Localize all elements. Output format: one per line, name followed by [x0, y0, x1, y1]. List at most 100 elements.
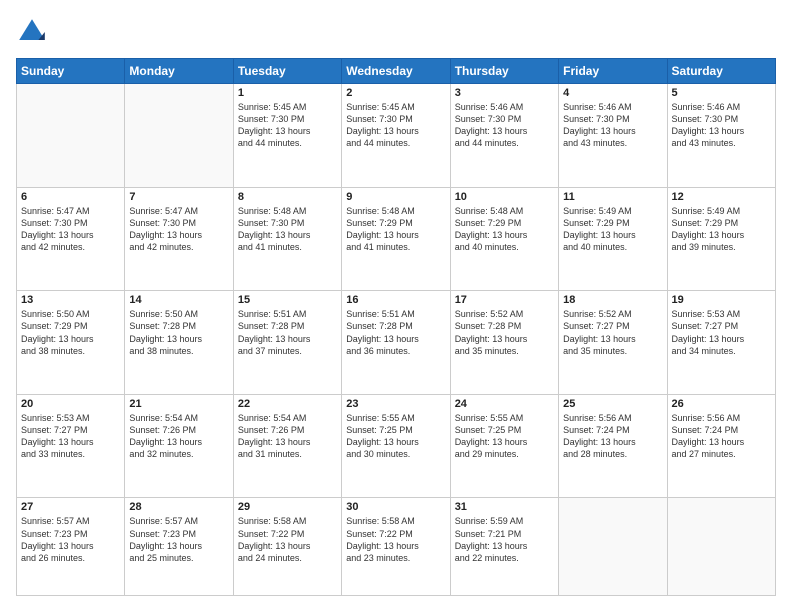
day-header-saturday: Saturday [667, 59, 775, 84]
day-info: Sunrise: 5:46 AM Sunset: 7:30 PM Dayligh… [672, 101, 771, 150]
calendar-cell: 15 Sunrise: 5:51 AM Sunset: 7:28 PM Dayli… [233, 291, 341, 395]
day-header-monday: Monday [125, 59, 233, 84]
day-info: Sunrise: 5:52 AM Sunset: 7:27 PM Dayligh… [563, 308, 662, 357]
day-number: 11 [563, 191, 662, 203]
day-info: Sunrise: 5:47 AM Sunset: 7:30 PM Dayligh… [21, 205, 120, 254]
calendar-cell: 22 Sunrise: 5:54 AM Sunset: 7:26 PM Dayli… [233, 394, 341, 498]
day-number: 6 [21, 191, 120, 203]
day-number: 23 [346, 398, 445, 410]
logo-icon [16, 16, 48, 48]
calendar-cell: 12Sunrise: 5:49 AM Sunset: 7:29 PM Dayli… [667, 187, 775, 291]
day-number: 25 [563, 398, 662, 410]
calendar-table: SundayMondayTuesdayWednesdayThursdayFrid… [16, 58, 776, 596]
calendar-cell: 8 Sunrise: 5:48 AM Sunset: 7:30 PM Daylig… [233, 187, 341, 291]
calendar-cell [17, 84, 125, 188]
calendar-cell: 27 Sunrise: 5:57 AM Sunset: 7:23 PM Dayli… [17, 498, 125, 596]
calendar-week-3: 13 Sunrise: 5:50 AM Sunset: 7:29 PM Dayli… [17, 291, 776, 395]
day-number: 8 [238, 191, 337, 203]
calendar-cell: 14Sunrise: 5:50 AM Sunset: 7:28 PM Dayli… [125, 291, 233, 395]
day-number: 31 [455, 501, 554, 513]
calendar-cell: 23 Sunrise: 5:55 AM Sunset: 7:25 PM Dayli… [342, 394, 450, 498]
calendar-cell: 2 Sunrise: 5:45 AM Sunset: 7:30 PM Daylig… [342, 84, 450, 188]
calendar-cell: 13 Sunrise: 5:50 AM Sunset: 7:29 PM Dayli… [17, 291, 125, 395]
day-info: Sunrise: 5:54 AM Sunset: 7:26 PM Dayligh… [129, 412, 228, 461]
calendar-cell: 18 Sunrise: 5:52 AM Sunset: 7:27 PM Dayli… [559, 291, 667, 395]
calendar-cell: 24 Sunrise: 5:55 AM Sunset: 7:25 PM Dayli… [450, 394, 558, 498]
day-info: Sunrise: 5:45 AM Sunset: 7:30 PM Dayligh… [238, 101, 337, 150]
day-number: 2 [346, 87, 445, 99]
calendar-cell: 17Sunrise: 5:52 AM Sunset: 7:28 PM Dayli… [450, 291, 558, 395]
calendar-cell: 7Sunrise: 5:47 AM Sunset: 7:30 PM Daylig… [125, 187, 233, 291]
day-number: 30 [346, 501, 445, 513]
calendar-cell [125, 84, 233, 188]
day-number: 22 [238, 398, 337, 410]
calendar-cell: 3 Sunrise: 5:46 AM Sunset: 7:30 PM Daylig… [450, 84, 558, 188]
calendar-cell: 25 Sunrise: 5:56 AM Sunset: 7:24 PM Dayli… [559, 394, 667, 498]
day-number: 13 [21, 294, 120, 306]
day-info: Sunrise: 5:45 AM Sunset: 7:30 PM Dayligh… [346, 101, 445, 150]
calendar-cell: 5 Sunrise: 5:46 AM Sunset: 7:30 PM Daylig… [667, 84, 775, 188]
calendar-week-4: 20 Sunrise: 5:53 AM Sunset: 7:27 PM Dayli… [17, 394, 776, 498]
day-info: Sunrise: 5:50 AM Sunset: 7:28 PM Dayligh… [129, 308, 228, 357]
calendar-cell: 20 Sunrise: 5:53 AM Sunset: 7:27 PM Dayli… [17, 394, 125, 498]
logo [16, 16, 52, 48]
calendar-cell: 30 Sunrise: 5:58 AM Sunset: 7:22 PM Dayli… [342, 498, 450, 596]
day-number: 7 [129, 191, 228, 203]
calendar-cell: 11 Sunrise: 5:49 AM Sunset: 7:29 PM Dayli… [559, 187, 667, 291]
day-number: 28 [129, 501, 228, 513]
day-number: 4 [563, 87, 662, 99]
day-number: 16 [346, 294, 445, 306]
day-header-friday: Friday [559, 59, 667, 84]
calendar-cell: 6 Sunrise: 5:47 AM Sunset: 7:30 PM Daylig… [17, 187, 125, 291]
day-info: Sunrise: 5:58 AM Sunset: 7:22 PM Dayligh… [346, 515, 445, 564]
day-header-thursday: Thursday [450, 59, 558, 84]
day-info: Sunrise: 5:55 AM Sunset: 7:25 PM Dayligh… [455, 412, 554, 461]
day-info: Sunrise: 5:48 AM Sunset: 7:29 PM Dayligh… [346, 205, 445, 254]
day-info: Sunrise: 5:57 AM Sunset: 7:23 PM Dayligh… [129, 515, 228, 564]
day-number: 27 [21, 501, 120, 513]
calendar-cell: 21 Sunrise: 5:54 AM Sunset: 7:26 PM Dayli… [125, 394, 233, 498]
day-info: Sunrise: 5:57 AM Sunset: 7:23 PM Dayligh… [21, 515, 120, 564]
day-info: Sunrise: 5:54 AM Sunset: 7:26 PM Dayligh… [238, 412, 337, 461]
calendar-week-2: 6 Sunrise: 5:47 AM Sunset: 7:30 PM Daylig… [17, 187, 776, 291]
calendar-cell: 28 Sunrise: 5:57 AM Sunset: 7:23 PM Dayli… [125, 498, 233, 596]
day-number: 1 [238, 87, 337, 99]
calendar-cell: 19Sunrise: 5:53 AM Sunset: 7:27 PM Dayli… [667, 291, 775, 395]
day-number: 5 [672, 87, 771, 99]
calendar-week-1: 1 Sunrise: 5:45 AM Sunset: 7:30 PM Daylig… [17, 84, 776, 188]
calendar-cell: 16 Sunrise: 5:51 AM Sunset: 7:28 PM Dayli… [342, 291, 450, 395]
day-number: 24 [455, 398, 554, 410]
day-info: Sunrise: 5:49 AM Sunset: 7:29 PM Dayligh… [672, 205, 771, 254]
day-number: 18 [563, 294, 662, 306]
calendar-cell: 31Sunrise: 5:59 AM Sunset: 7:21 PM Dayli… [450, 498, 558, 596]
day-number: 9 [346, 191, 445, 203]
calendar-cell: 26Sunrise: 5:56 AM Sunset: 7:24 PM Dayli… [667, 394, 775, 498]
day-info: Sunrise: 5:46 AM Sunset: 7:30 PM Dayligh… [563, 101, 662, 150]
day-info: Sunrise: 5:55 AM Sunset: 7:25 PM Dayligh… [346, 412, 445, 461]
day-number: 29 [238, 501, 337, 513]
day-number: 10 [455, 191, 554, 203]
day-info: Sunrise: 5:56 AM Sunset: 7:24 PM Dayligh… [672, 412, 771, 461]
day-info: Sunrise: 5:49 AM Sunset: 7:29 PM Dayligh… [563, 205, 662, 254]
day-info: Sunrise: 5:53 AM Sunset: 7:27 PM Dayligh… [672, 308, 771, 357]
calendar-cell: 1 Sunrise: 5:45 AM Sunset: 7:30 PM Daylig… [233, 84, 341, 188]
day-info: Sunrise: 5:53 AM Sunset: 7:27 PM Dayligh… [21, 412, 120, 461]
calendar-cell [559, 498, 667, 596]
calendar-cell [667, 498, 775, 596]
day-info: Sunrise: 5:56 AM Sunset: 7:24 PM Dayligh… [563, 412, 662, 461]
day-number: 3 [455, 87, 554, 99]
page-header [16, 16, 776, 48]
day-number: 15 [238, 294, 337, 306]
day-info: Sunrise: 5:48 AM Sunset: 7:29 PM Dayligh… [455, 205, 554, 254]
calendar-week-5: 27 Sunrise: 5:57 AM Sunset: 7:23 PM Dayli… [17, 498, 776, 596]
day-number: 17 [455, 294, 554, 306]
day-number: 21 [129, 398, 228, 410]
day-info: Sunrise: 5:51 AM Sunset: 7:28 PM Dayligh… [238, 308, 337, 357]
calendar-cell: 4 Sunrise: 5:46 AM Sunset: 7:30 PM Daylig… [559, 84, 667, 188]
day-number: 20 [21, 398, 120, 410]
calendar-header-row: SundayMondayTuesdayWednesdayThursdayFrid… [17, 59, 776, 84]
day-info: Sunrise: 5:51 AM Sunset: 7:28 PM Dayligh… [346, 308, 445, 357]
day-info: Sunrise: 5:50 AM Sunset: 7:29 PM Dayligh… [21, 308, 120, 357]
day-info: Sunrise: 5:48 AM Sunset: 7:30 PM Dayligh… [238, 205, 337, 254]
day-info: Sunrise: 5:46 AM Sunset: 7:30 PM Dayligh… [455, 101, 554, 150]
